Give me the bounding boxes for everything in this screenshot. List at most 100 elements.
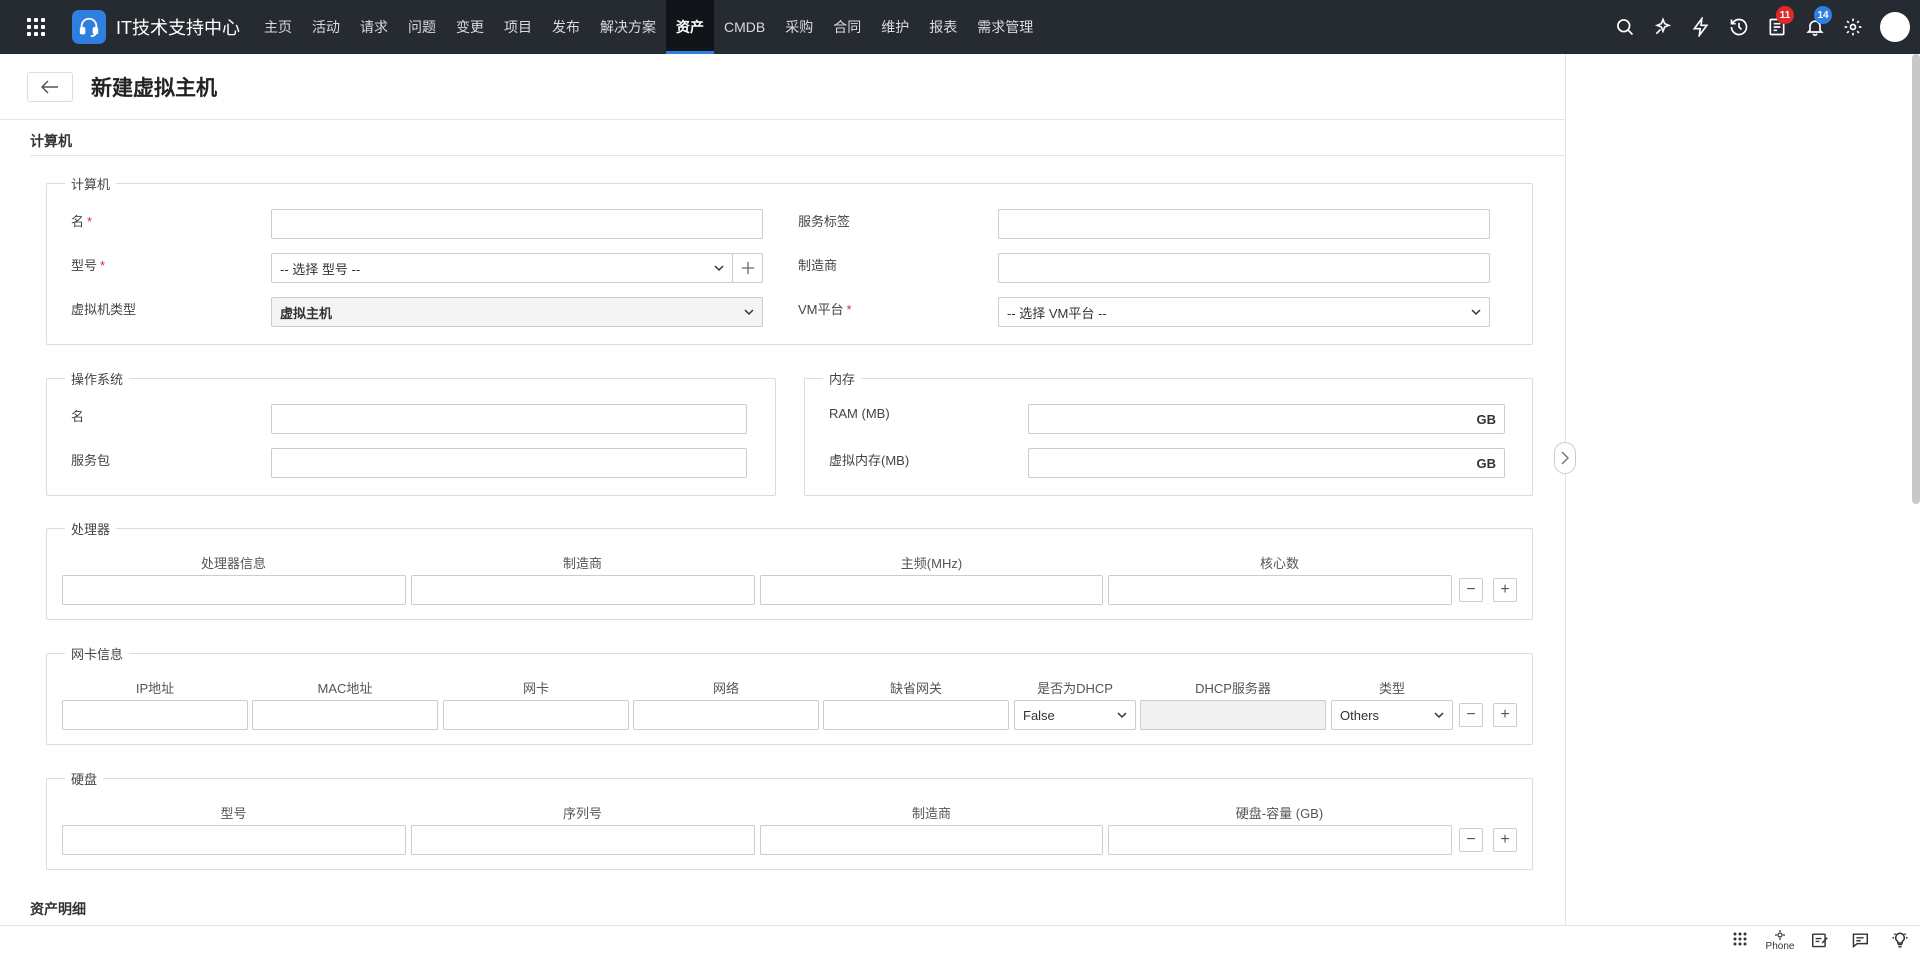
bell-icon[interactable]: 14 [1796, 0, 1834, 54]
app-launcher-icon[interactable] [0, 0, 72, 54]
phone-settings-button[interactable]: Phone [1760, 926, 1800, 953]
nav-item[interactable]: 活动 [302, 0, 350, 54]
disk-col-model: 型号 [220, 806, 247, 821]
main-nav: 主页 活动 请求 问题 变更 项目 发布 解决方案 资产 CMDB 采购 合同 维护 报表 需求管理 [254, 0, 1043, 54]
processor-cores-input[interactable] [1108, 575, 1452, 605]
nic-col-dhcp-server: DHCP服务器 [1195, 681, 1271, 696]
ram-unit: GB [1476, 412, 1497, 427]
notes-icon[interactable] [1800, 926, 1840, 953]
legend-computer: 计算机 [71, 177, 111, 192]
ip-address-input[interactable] [62, 700, 248, 730]
disk-col-manufacturer: 制造商 [911, 806, 951, 821]
nav-item[interactable]: 问题 [398, 0, 446, 54]
legend-memory: 内存 [829, 372, 856, 387]
chat-icon[interactable] [1840, 926, 1880, 953]
magic-wand-icon[interactable] [1644, 0, 1682, 54]
vm-type-select[interactable]: 虚拟主机 [271, 297, 763, 327]
back-button[interactable] [27, 71, 73, 102]
nav-item[interactable]: 资产 [666, 0, 714, 54]
model-select[interactable]: -- 选择 型号 -- [271, 253, 733, 283]
manufacturer-label: 制造商 [798, 258, 838, 273]
right-side-panel [1565, 54, 1920, 925]
dhcp-server-input [1140, 700, 1326, 730]
page-title: 新建虚拟主机 [91, 76, 217, 100]
legend-processor: 处理器 [71, 522, 111, 537]
legend-os: 操作系统 [71, 372, 124, 387]
nic-input[interactable] [443, 700, 629, 730]
virtual-memory-input[interactable]: GB [1028, 448, 1505, 478]
service-pack-label: 服务包 [71, 453, 111, 468]
model-label: 型号 * [71, 258, 106, 273]
scrollbar[interactable] [1912, 54, 1920, 504]
remove-disk-button[interactable]: − [1459, 828, 1483, 852]
add-nic-button[interactable]: + [1493, 703, 1517, 727]
disk-model-input[interactable] [62, 825, 406, 855]
nic-type-select[interactable]: Others [1331, 700, 1453, 730]
history-icon[interactable] [1720, 0, 1758, 54]
service-pack-input[interactable] [271, 448, 747, 478]
vm-platform-label: VM平台 * [798, 302, 852, 317]
disk-col-capacity: 硬盘-容量 (GB) [1235, 806, 1324, 821]
divider [30, 155, 1565, 156]
manufacturer-input[interactable] [998, 253, 1490, 283]
add-disk-button[interactable]: + [1493, 828, 1517, 852]
remove-nic-button[interactable]: − [1459, 703, 1483, 727]
nav-item[interactable]: 变更 [446, 0, 494, 54]
service-tag-input[interactable] [998, 209, 1490, 239]
network-input[interactable] [633, 700, 819, 730]
lightning-icon[interactable] [1682, 0, 1720, 54]
notifications-badge: 14 [1814, 6, 1832, 24]
disk-serial-input[interactable] [411, 825, 755, 855]
nic-col-type: 类型 [1378, 681, 1405, 696]
plus-icon [741, 262, 754, 274]
nav-item[interactable]: 主页 [254, 0, 302, 54]
page-header: 新建虚拟主机 [0, 54, 1565, 120]
nav-item[interactable]: 维护 [871, 0, 919, 54]
virtual-memory-label: 虚拟内存(MB) [829, 453, 910, 468]
mac-address-input[interactable] [252, 700, 438, 730]
nav-item[interactable]: CMDB [714, 0, 775, 54]
chevron-down-icon [1117, 712, 1127, 719]
processor-manufacturer-input[interactable] [411, 575, 755, 605]
top-navbar: IT技术支持中心 主页 活动 请求 问题 变更 项目 发布 解决方案 资产 CMDB 采购 合同 维护报… [0, 0, 1920, 54]
dhcp-select[interactable]: False [1014, 700, 1136, 730]
search-icon[interactable] [1606, 0, 1644, 54]
nav-item[interactable]: 采购 [775, 0, 823, 54]
vm-platform-select[interactable]: -- 选择 VM平台 -- [998, 297, 1490, 327]
remove-processor-button[interactable]: − [1459, 578, 1483, 602]
disk-manufacturer-input[interactable] [760, 825, 1103, 855]
nic-col-network: 网络 [712, 681, 739, 696]
processor-col-info: 处理器信息 [200, 556, 266, 571]
nav-item[interactable]: 项目 [494, 0, 542, 54]
add-model-button[interactable] [732, 253, 763, 283]
name-input[interactable] [271, 209, 763, 239]
gear-icon[interactable] [1834, 0, 1872, 54]
dialpad-icon[interactable] [1720, 926, 1760, 953]
processor-info-input[interactable] [62, 575, 406, 605]
gateway-input[interactable] [823, 700, 1009, 730]
avatar[interactable] [1880, 12, 1910, 42]
ram-input[interactable]: GB [1028, 404, 1505, 434]
section-heading-computer: 计算机 [30, 133, 72, 149]
nav-item[interactable]: 请求 [350, 0, 398, 54]
tasks-badge: 11 [1776, 6, 1794, 24]
lightbulb-icon[interactable] [1880, 926, 1920, 953]
gear-icon [1775, 929, 1785, 940]
nav-item[interactable]: 需求管理 [967, 0, 1043, 54]
nic-col-dhcp: 是否为DHCP [1037, 681, 1113, 696]
bottom-bar: Phone [0, 925, 1920, 953]
nav-item[interactable]: 报表 [919, 0, 967, 54]
phone-label: Phone [1765, 940, 1795, 952]
vm-type-label: 虚拟机类型 [71, 302, 137, 317]
nav-item[interactable]: 发布 [542, 0, 590, 54]
nav-item[interactable]: 合同 [823, 0, 871, 54]
nav-item[interactable]: 解决方案 [590, 0, 666, 54]
disk-capacity-input[interactable] [1108, 825, 1452, 855]
legend-disk: 硬盘 [71, 772, 98, 787]
virtual-memory-unit: GB [1476, 456, 1497, 471]
os-name-input[interactable] [271, 404, 747, 434]
tasks-icon[interactable]: 11 [1758, 0, 1796, 54]
panel-toggle-button[interactable] [1554, 442, 1576, 474]
processor-frequency-input[interactable] [760, 575, 1103, 605]
add-processor-button[interactable]: + [1493, 578, 1517, 602]
